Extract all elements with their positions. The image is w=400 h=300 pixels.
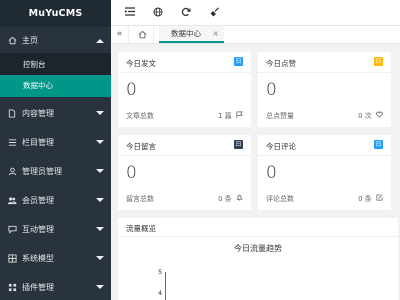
sidebar-item-plugin[interactable]: 插件管理 [0, 273, 111, 300]
file-icon [7, 109, 17, 119]
divider [118, 72, 251, 73]
sidebar-subitem-data-center[interactable]: 数据中心 [0, 75, 111, 97]
y-tick-label: 4 [158, 289, 163, 297]
sidebar-item-interaction[interactable]: 互动管理 [0, 215, 111, 244]
card-title: 今日发文 [126, 59, 156, 68]
y-tick-label: 5 [158, 268, 163, 276]
card-total-value: 0 次 [358, 112, 372, 120]
tab-label: 数据中心 [171, 29, 201, 38]
stat-card-today-messages: 今日留言 日 0 留言总数 0 条 [118, 135, 251, 210]
card-label: 总点赞量 [266, 112, 294, 120]
sidebar-item-label: 栏目管理 [22, 138, 54, 147]
sidebar-submenu-home: 控制台 数据中心 [0, 53, 111, 97]
card-title: 今日留言 [126, 142, 156, 151]
card-total: 0 条 [358, 194, 383, 204]
status-badge: 日 [374, 57, 383, 66]
user-icon [7, 167, 17, 177]
sidebar: MuYuCMS 主页 控制台 数据中心 内容管理 栏目管理 管理员管理 会员管理… [0, 0, 111, 300]
sidebar-item-content[interactable]: 内容管理 [0, 99, 111, 128]
top-bar [111, 0, 400, 26]
caret-down-icon [96, 256, 104, 260]
traffic-overview-card: 流量概览 今日流量趋势 [118, 218, 398, 300]
plugin-icon [7, 283, 17, 293]
sidebar-item-label: 互动管理 [22, 225, 54, 234]
status-badge: 日 [374, 140, 383, 149]
grid-icon [7, 254, 17, 264]
divider [258, 155, 391, 156]
sidebar-item-label: 管理员管理 [22, 167, 62, 176]
caret-down-icon [96, 169, 104, 173]
sidebar-item-label: 系统模型 [22, 254, 54, 263]
section-title: 流量概览 [126, 224, 156, 233]
sidebar-item-member[interactable]: 会员管理 [0, 186, 111, 215]
stat-card-today-posts: 今日发文 日 0 文章总数 1 篇 [118, 52, 251, 127]
card-total-value: 0 条 [358, 195, 372, 203]
sidebar-subitem-console[interactable]: 控制台 [0, 54, 111, 76]
website-icon[interactable] [152, 7, 164, 19]
chat-icon [7, 225, 17, 235]
card-total-value: 1 篇 [218, 112, 232, 120]
tab-data-center[interactable]: 数据中心 × [159, 26, 224, 43]
caret-up-icon [96, 39, 104, 43]
card-label: 文章总数 [126, 112, 154, 120]
list-icon [7, 138, 17, 148]
tabs-bar: « 数据中心 × [111, 26, 400, 44]
refresh-icon[interactable] [180, 7, 192, 19]
card-value: 0 [126, 80, 137, 100]
card-label: 评论总数 [266, 195, 294, 203]
card-label: 留言总数 [126, 195, 154, 203]
caret-down-icon [96, 227, 104, 231]
sidebar-item-label: 内容管理 [22, 109, 54, 118]
status-badge: 日 [234, 57, 243, 66]
clear-cache-icon[interactable] [209, 7, 221, 19]
card-total: 0 次 [358, 111, 383, 121]
caret-down-icon [96, 140, 104, 144]
sidebar-item-label: 主页 [22, 35, 38, 45]
tabs-scroll-left-icon[interactable]: « [111, 26, 129, 43]
caret-down-icon [96, 285, 104, 289]
flag-icon [236, 111, 243, 118]
edit-icon [376, 194, 383, 201]
sidebar-item-model[interactable]: 系统模型 [0, 244, 111, 273]
card-total-value: 0 条 [218, 195, 232, 203]
card-value: 0 [266, 163, 277, 183]
card-total: 0 条 [218, 194, 243, 204]
users-icon [7, 196, 17, 206]
home-icon [7, 35, 17, 45]
sidebar-item-label: 插件管理 [22, 283, 54, 292]
status-badge: 日 [234, 140, 243, 149]
brand-logo[interactable]: MuYuCMS [0, 0, 111, 27]
divider [118, 236, 398, 237]
stat-card-today-comments: 今日评论 日 0 评论总数 0 条 [258, 135, 391, 210]
sidebar-item-admin[interactable]: 管理员管理 [0, 157, 111, 186]
bell-icon [236, 194, 243, 201]
divider [118, 155, 251, 156]
card-title: 今日评论 [266, 142, 296, 151]
sidebar-item-home[interactable]: 主页 [0, 27, 111, 53]
card-total: 1 篇 [218, 111, 243, 121]
tab-home-icon[interactable] [132, 26, 154, 43]
divider [258, 72, 391, 73]
card-value: 0 [126, 163, 137, 183]
stat-card-today-likes: 今日点赞 日 0 总点赞量 0 次 [258, 52, 391, 127]
sidebar-item-column[interactable]: 栏目管理 [0, 128, 111, 157]
close-icon[interactable]: × [212, 26, 219, 42]
card-title: 今日点赞 [266, 59, 296, 68]
caret-down-icon [96, 111, 104, 115]
chart-y-axis [165, 272, 166, 300]
chart-title: 今日流量趋势 [234, 244, 282, 253]
menu-toggle-icon[interactable] [124, 7, 136, 19]
card-value: 0 [266, 80, 277, 100]
caret-down-icon [96, 198, 104, 202]
heart-icon [376, 111, 383, 118]
sidebar-item-label: 会员管理 [22, 196, 54, 205]
